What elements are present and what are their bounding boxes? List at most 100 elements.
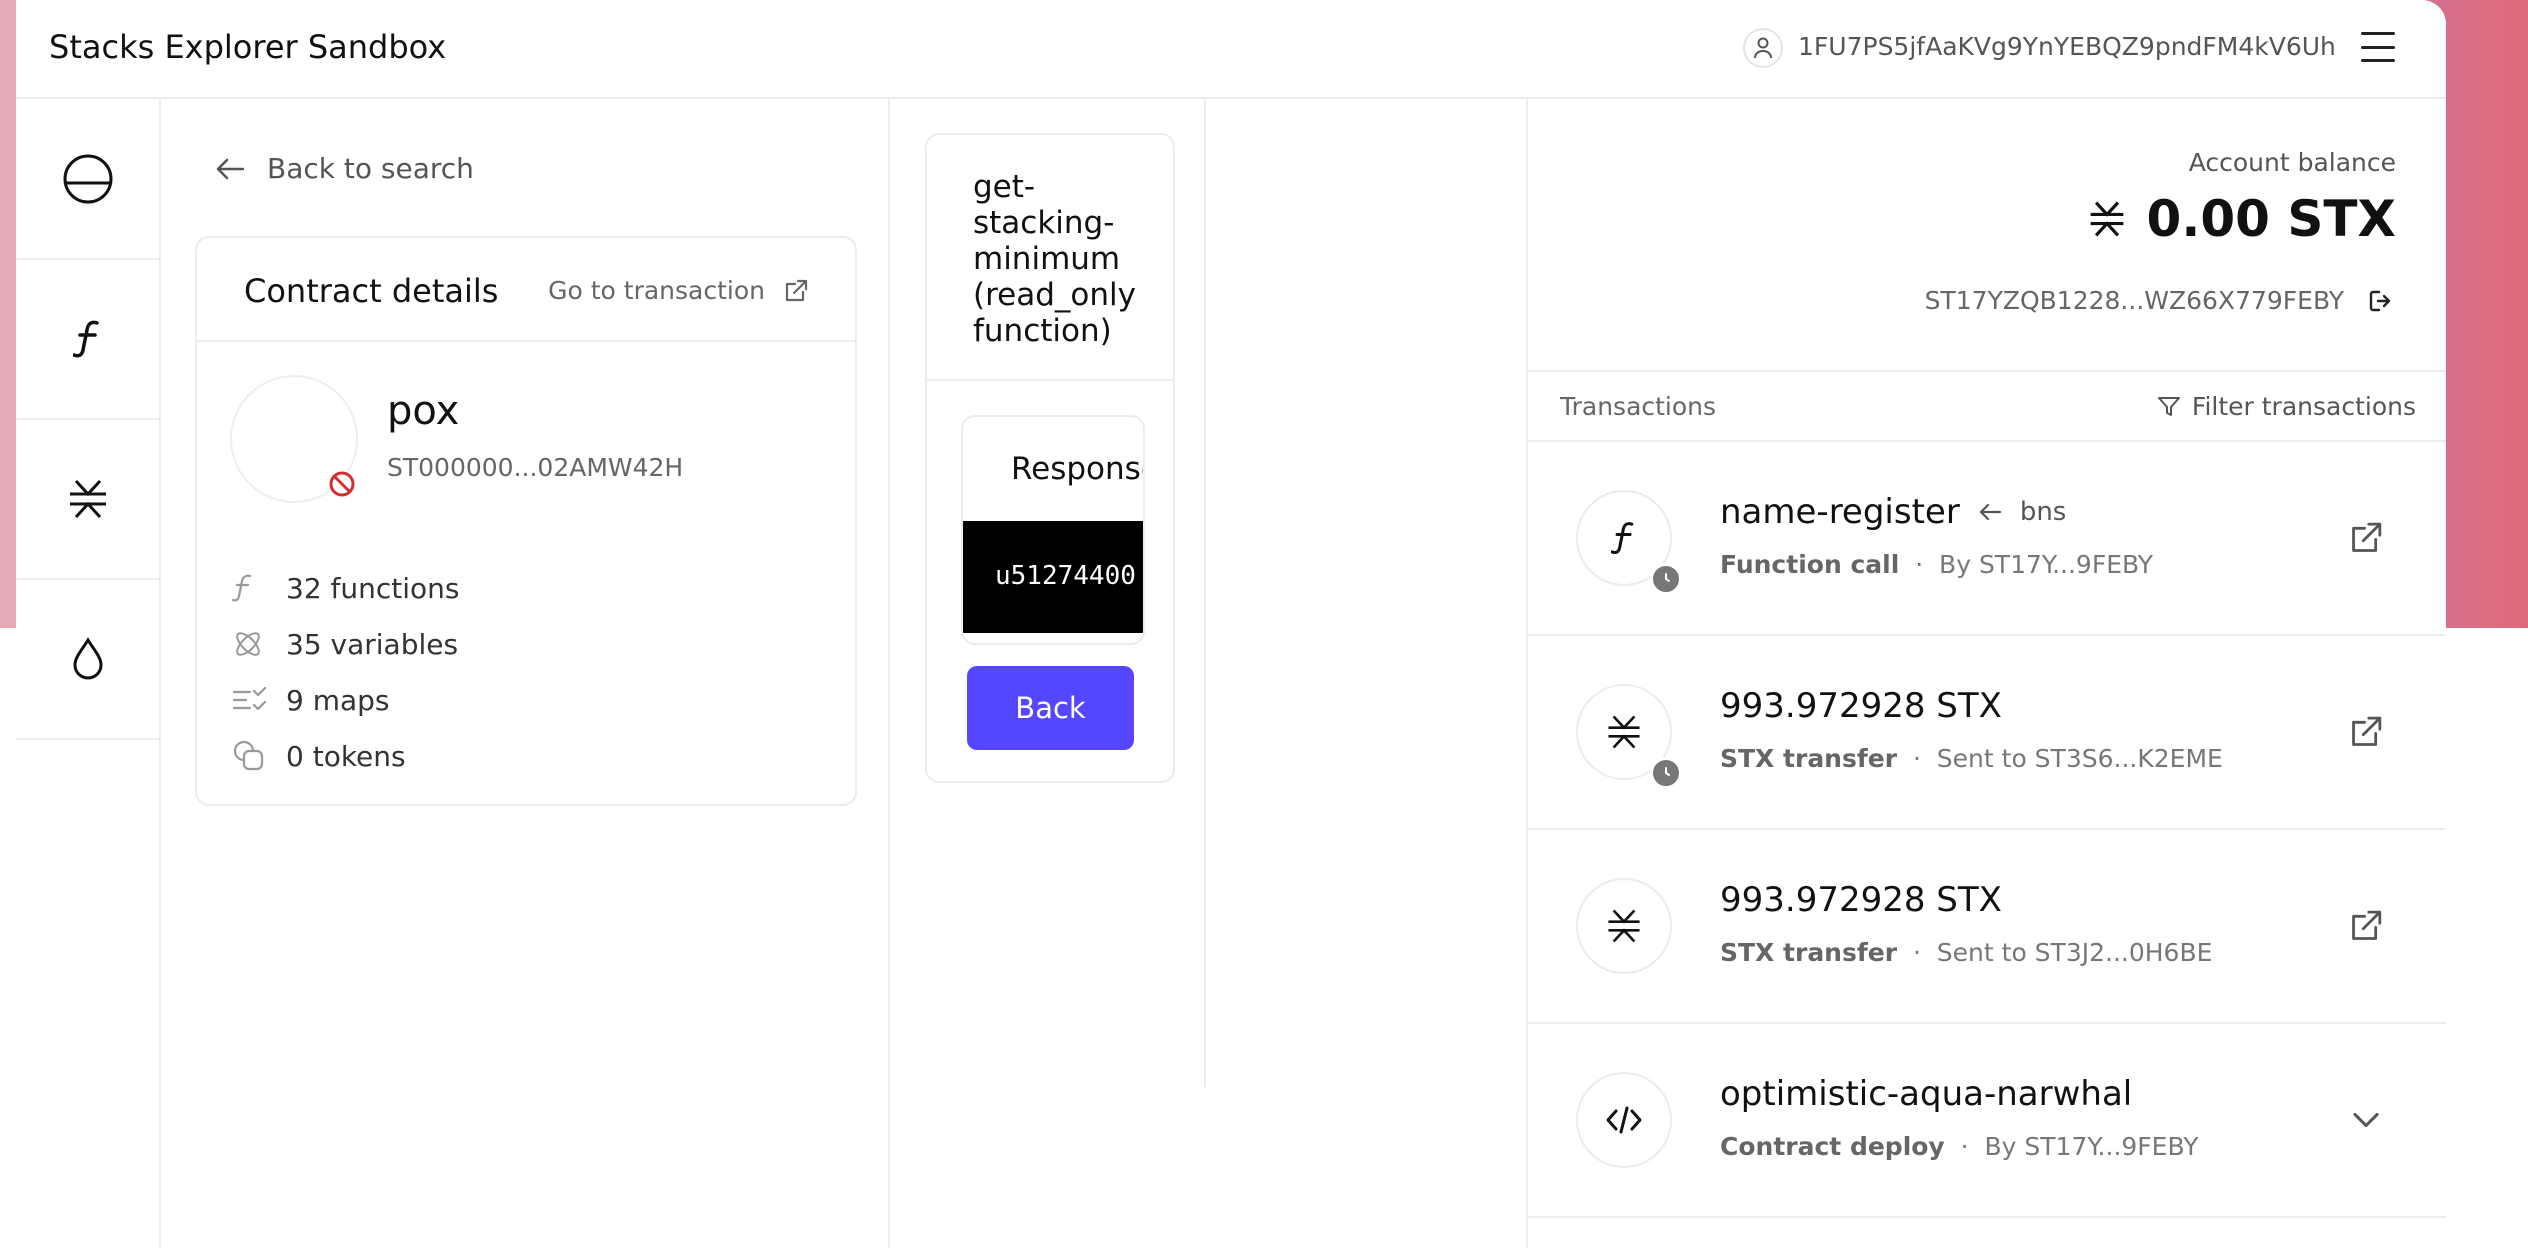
functions-count: 32 functions	[286, 571, 460, 605]
back-to-search-link[interactable]: Back to search	[215, 152, 474, 185]
tx-type-icon	[1576, 878, 1672, 974]
tx-title-row: 993.972928 STX	[1720, 686, 2002, 726]
tx-meta: STX transfer · Sent to ST3J2...0H6BE	[1720, 938, 2212, 967]
code-icon	[1606, 1106, 1642, 1134]
explorer-icon	[63, 154, 112, 204]
separator: ·	[1912, 744, 1921, 773]
function-title: get-stacking-minimum (read_only function…	[973, 169, 1136, 349]
stat-maps: 9 maps	[230, 672, 460, 728]
function-icon	[72, 320, 99, 358]
external-link-icon[interactable]	[2348, 520, 2384, 556]
sidebar-rail	[16, 100, 161, 1248]
back-button[interactable]: Back	[967, 666, 1134, 750]
transaction-item[interactable]: 993.972928 STX STX transfer · Sent to ST…	[1528, 830, 2446, 1024]
stx-icon	[2090, 201, 2123, 237]
tx-meta: STX transfer · Sent to ST3S6...K2EME	[1720, 744, 2223, 773]
tx-meta: Contract deploy · By ST17Y...9FEBY	[1720, 1132, 2199, 1161]
hamburger-menu-icon[interactable]	[2361, 32, 2395, 62]
tx-type: Contract deploy	[1720, 1132, 1945, 1161]
transaction-item[interactable]: optimistic-aqua-narwhal Contract deploy …	[1528, 1024, 2446, 1218]
tx-title: 993.972928 STX	[1720, 880, 2002, 920]
tx-title: optimistic-aqua-narwhal	[1720, 1074, 2133, 1114]
response-value: u51274400	[963, 521, 1143, 633]
user-address[interactable]: 1FU7PS5jfAaKVg9YnYEBQZ9pndFM4kV6Uh	[1798, 32, 2336, 61]
divider	[927, 379, 1173, 381]
arrow-left-icon	[1979, 503, 2001, 521]
tx-title-row: optimistic-aqua-narwhal	[1720, 1074, 2132, 1114]
contract-address: ST000000...02AMW42H	[387, 453, 684, 482]
go-to-transaction-label: Go to transaction	[548, 276, 765, 305]
transactions-header: Transactions Filter transactions	[1528, 370, 2446, 442]
transaction-item[interactable]: 993.972928 STX STX transfer · Sent to ST…	[1528, 636, 2446, 830]
pending-clock-icon	[1650, 757, 1682, 789]
tx-type: Function call	[1720, 550, 1900, 579]
rail-item-explorer[interactable]	[16, 100, 159, 260]
filter-icon	[2157, 396, 2180, 416]
tx-title: name-register	[1720, 492, 1960, 532]
tx-meta: Function call · By ST17Y...9FEBY	[1720, 550, 2153, 579]
blocked-icon	[328, 470, 356, 498]
function-card: get-stacking-minimum (read_only function…	[925, 133, 1175, 783]
stat-functions: 32 functions	[230, 560, 460, 616]
transaction-list: name-register bns Function call · By ST1…	[1528, 442, 2446, 1218]
maps-count: 9 maps	[286, 683, 390, 717]
faucet-icon	[72, 637, 103, 680]
separator: ·	[1915, 550, 1924, 579]
contract-column: Back to search Contract details Go to tr…	[162, 100, 890, 1248]
back-to-search-label: Back to search	[267, 152, 474, 185]
stx-icon	[1608, 715, 1640, 749]
transactions-label: Transactions	[1560, 392, 1717, 421]
user-icon[interactable]	[1743, 28, 1783, 68]
account-column: Account balance 0.00 STX ST17YZQB1228...…	[1526, 100, 2446, 1248]
tx-title-row: name-register bns	[1720, 492, 2066, 532]
account-address-row: ST17YZQB1228...WZ66X779FEBY	[1925, 286, 2394, 315]
external-link-icon[interactable]	[2348, 908, 2384, 944]
contract-details-card: Contract details Go to transaction pox S…	[195, 236, 857, 806]
stat-tokens: 0 tokens	[230, 728, 460, 784]
separator: ·	[1912, 938, 1921, 967]
variables-count: 35 variables	[286, 627, 459, 661]
function-icon	[1611, 522, 1634, 555]
go-to-transaction-link[interactable]: Go to transaction	[548, 276, 809, 305]
balance-amount: 0.00 STX	[2087, 190, 2396, 248]
rail-item-stx[interactable]	[16, 420, 159, 580]
external-link-icon[interactable]	[2348, 714, 2384, 750]
response-card: Response u51274400	[961, 415, 1145, 645]
card-title: Contract details	[244, 272, 499, 310]
tx-subtitle: bns	[2019, 497, 2067, 527]
transaction-item[interactable]: name-register bns Function call · By ST1…	[1528, 442, 2446, 636]
balance-label: Account balance	[2188, 148, 2396, 177]
arrow-left-icon	[216, 158, 245, 179]
stat-variables: 35 variables	[230, 616, 460, 672]
balance-value: 0.00 STX	[2146, 190, 2396, 248]
function-icon	[232, 574, 252, 602]
tx-type: STX transfer	[1720, 938, 1898, 967]
chevron-down-icon[interactable]	[2348, 1102, 2384, 1138]
sign-out-icon[interactable]	[2368, 289, 2394, 313]
tx-detail: By ST17Y...9FEBY	[1984, 1132, 2199, 1161]
pending-clock-icon	[1650, 563, 1682, 595]
external-link-icon	[785, 279, 808, 301]
separator: ·	[1960, 1132, 1969, 1161]
response-title: Response	[1011, 451, 1143, 487]
stx-icon	[1608, 909, 1640, 943]
tx-detail: Sent to ST3J2...0H6BE	[1936, 938, 2213, 967]
filter-transactions-button[interactable]: Filter transactions	[2156, 392, 2416, 421]
tx-detail: By ST17Y...9FEBY	[1939, 550, 2154, 579]
app-title: Stacks Explorer Sandbox	[49, 28, 447, 66]
tx-title-row: 993.972928 STX	[1720, 880, 2002, 920]
contract-stats: 32 functions 35 variables 9 maps 0 token…	[230, 560, 460, 784]
app-window: Stacks Explorer Sandbox 1FU7PS5jfAaKVg9Y…	[16, 0, 2446, 1248]
atom-icon	[236, 632, 260, 656]
tx-title: 993.972928 STX	[1720, 686, 2002, 726]
list-check-icon	[232, 686, 267, 711]
top-bar: Stacks Explorer Sandbox 1FU7PS5jfAaKVg9Y…	[16, 0, 2446, 99]
stx-icon	[69, 479, 106, 519]
tokens-count: 0 tokens	[286, 739, 406, 773]
filter-label: Filter transactions	[2191, 392, 2416, 421]
tx-type: STX transfer	[1720, 744, 1898, 773]
rail-item-functions[interactable]	[16, 260, 159, 420]
function-column: get-stacking-minimum (read_only function…	[891, 100, 1206, 1087]
rail-item-faucet[interactable]	[16, 580, 159, 740]
account-address: ST17YZQB1228...WZ66X779FEBY	[1924, 286, 2344, 315]
